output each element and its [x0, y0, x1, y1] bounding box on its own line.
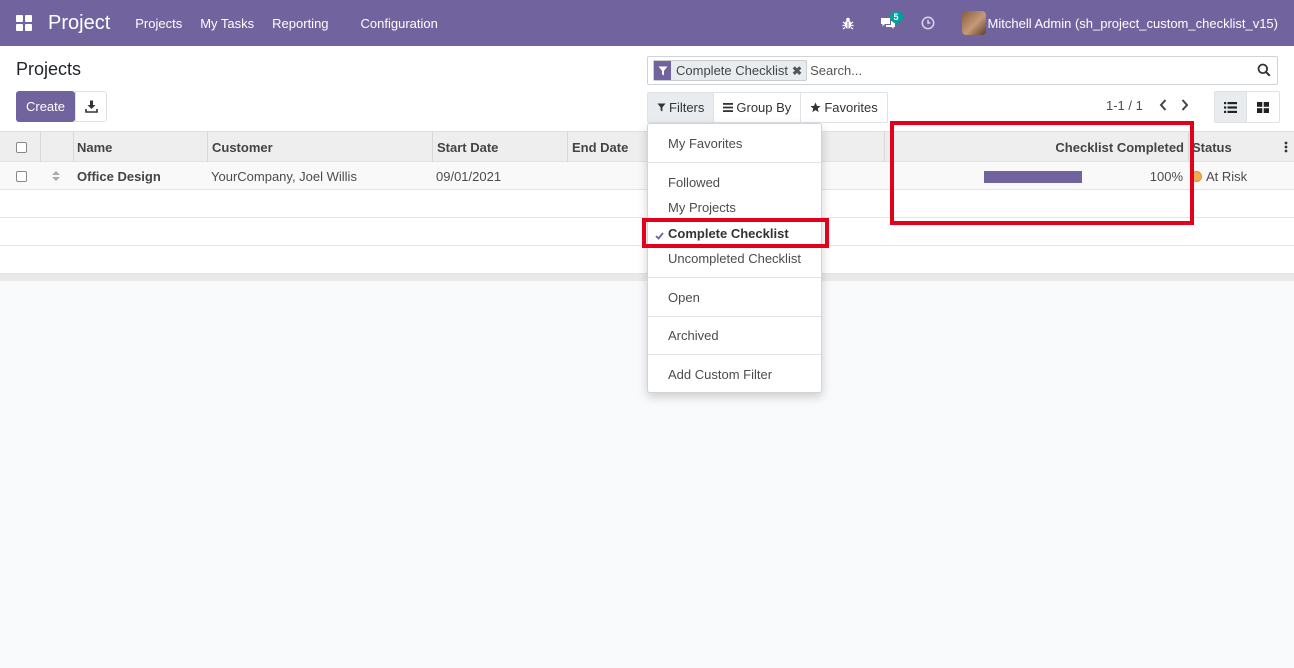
kanban-view-icon[interactable]: [1247, 92, 1279, 122]
search-icon[interactable]: [1257, 63, 1271, 80]
checkmark-icon: [655, 228, 664, 243]
facet-label: Complete Checklist: [676, 63, 788, 78]
row-checkbox[interactable]: [16, 162, 27, 190]
top-navbar: Project Projects My Tasks Reporting Conf…: [0, 0, 1294, 46]
download-button[interactable]: [75, 91, 107, 122]
filter-icon: [657, 103, 666, 112]
control-panel: Projects Create Complete Checklist ✖ Fil…: [0, 46, 1294, 132]
search-facet: Complete Checklist ✖: [653, 60, 808, 81]
create-button[interactable]: Create: [16, 91, 75, 122]
search-input[interactable]: [810, 63, 1241, 78]
download-icon: [84, 100, 98, 113]
messages-icon[interactable]: 5: [868, 0, 908, 46]
app-brand[interactable]: Project: [48, 12, 110, 35]
project-customer: YourCompany, Joel Willis: [211, 168, 357, 184]
checklist-completed-value: 100%: [1149, 168, 1183, 184]
filter-option-my-projects[interactable]: My Projects: [668, 200, 736, 215]
checklist-progress-fill: [984, 171, 1082, 183]
view-switcher: [1214, 91, 1280, 123]
pager-previous-icon[interactable]: [1158, 98, 1168, 115]
menu-projects[interactable]: Projects: [126, 16, 191, 31]
add-custom-filter[interactable]: Add Custom Filter: [668, 367, 772, 382]
column-header-checklist-completed[interactable]: Checklist Completed: [894, 132, 1184, 162]
filter-option-followed[interactable]: Followed: [668, 175, 720, 190]
search-options-bar: Filters Group By Favorites: [647, 92, 888, 123]
column-header-status[interactable]: Status: [1192, 132, 1232, 162]
groupby-label: Group By: [736, 100, 792, 115]
drag-handle-icon[interactable]: [52, 162, 60, 190]
pager-next-icon[interactable]: [1180, 98, 1190, 115]
main-menu: Projects My Tasks Reporting Configuratio…: [126, 16, 447, 31]
search-bar: Complete Checklist ✖: [647, 56, 1278, 85]
apps-menu-icon[interactable]: [0, 0, 48, 46]
messages-count-badge: 5: [889, 11, 903, 23]
filter-option-my-favorites[interactable]: My Favorites: [668, 136, 742, 151]
menu-reporting[interactable]: Reporting: [263, 16, 337, 31]
status-cell[interactable]: At Risk: [1191, 162, 1247, 190]
favorites-label: Favorites: [824, 100, 878, 115]
project-start-date: 09/01/2021: [436, 168, 502, 184]
filter-option-uncompleted-checklist[interactable]: Uncompleted Checklist: [668, 251, 801, 266]
optional-columns-icon[interactable]: [1284, 132, 1288, 162]
groupby-bars-icon: [723, 103, 734, 112]
debug-bug-icon[interactable]: [828, 0, 868, 46]
menu-configuration[interactable]: Configuration: [352, 16, 447, 31]
groupby-toggle[interactable]: Group By: [714, 93, 802, 122]
column-header-customer[interactable]: Customer: [212, 132, 273, 162]
menu-my-tasks[interactable]: My Tasks: [191, 16, 263, 31]
filters-dropdown-menu: My Favorites Followed My Projects Comple…: [647, 123, 822, 393]
list-view-icon[interactable]: [1215, 92, 1247, 122]
star-icon: [810, 102, 821, 113]
favorites-toggle[interactable]: Favorites: [801, 93, 886, 122]
pager-value[interactable]: 1-1 / 1: [1106, 98, 1143, 113]
filter-option-open[interactable]: Open: [668, 290, 700, 305]
status-dot-icon: [1191, 170, 1202, 182]
status-label: At Risk: [1206, 168, 1248, 184]
column-header-end-date[interactable]: End Date: [572, 132, 628, 162]
column-header-name[interactable]: Name: [77, 132, 112, 162]
column-header-start-date[interactable]: Start Date: [437, 132, 498, 162]
select-all-checkbox[interactable]: [16, 132, 27, 162]
filters-label: Filters: [669, 100, 705, 115]
filter-option-complete-checklist[interactable]: Complete Checklist: [668, 226, 789, 241]
user-avatar[interactable]: [961, 11, 986, 35]
activity-clock-icon[interactable]: [908, 0, 948, 46]
page-title: Projects: [16, 59, 82, 79]
filters-toggle[interactable]: Filters: [648, 93, 715, 122]
checklist-progress-bar: [984, 171, 1082, 183]
filter-facet-icon: [654, 61, 671, 80]
filter-option-archived[interactable]: Archived: [668, 328, 719, 343]
user-menu-name[interactable]: Mitchell Admin (sh_project_custom_checkl…: [988, 16, 1278, 31]
project-name: Office Design: [77, 168, 161, 184]
facet-remove-icon[interactable]: ✖: [792, 64, 806, 78]
